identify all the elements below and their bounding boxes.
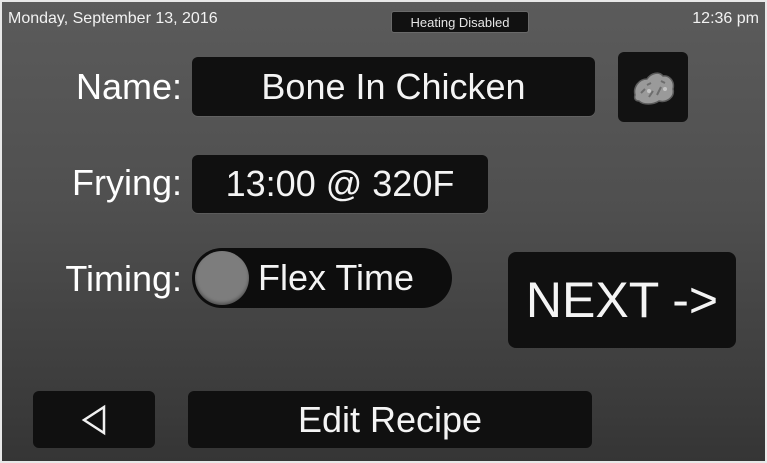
- recipe-name-field[interactable]: Bone In Chicken: [192, 57, 595, 116]
- edit-recipe-button[interactable]: Edit Recipe: [188, 391, 592, 448]
- status-time: 12:36 pm: [692, 10, 759, 27]
- name-label: Name:: [75, 66, 182, 107]
- timing-toggle[interactable]: Flex Time: [192, 248, 452, 308]
- timing-label: Timing:: [65, 258, 182, 299]
- fried-chicken-icon: [633, 72, 675, 105]
- frying-label: Frying:: [71, 162, 182, 203]
- back-button[interactable]: [33, 391, 155, 448]
- status-date: Monday, September 13, 2016: [8, 10, 218, 27]
- next-button[interactable]: NEXT ->: [508, 252, 736, 348]
- back-triangle-icon: [81, 404, 106, 435]
- toggle-knob: [195, 251, 249, 305]
- heating-status-badge: Heating Disabled: [391, 11, 529, 33]
- timing-toggle-label: Flex Time: [258, 257, 415, 298]
- fryer-screen: Monday, September 13, 2016 Heating Disab…: [0, 0, 767, 463]
- product-icon-button[interactable]: [618, 52, 688, 122]
- frying-settings-field[interactable]: 13:00 @ 320F: [192, 155, 488, 213]
